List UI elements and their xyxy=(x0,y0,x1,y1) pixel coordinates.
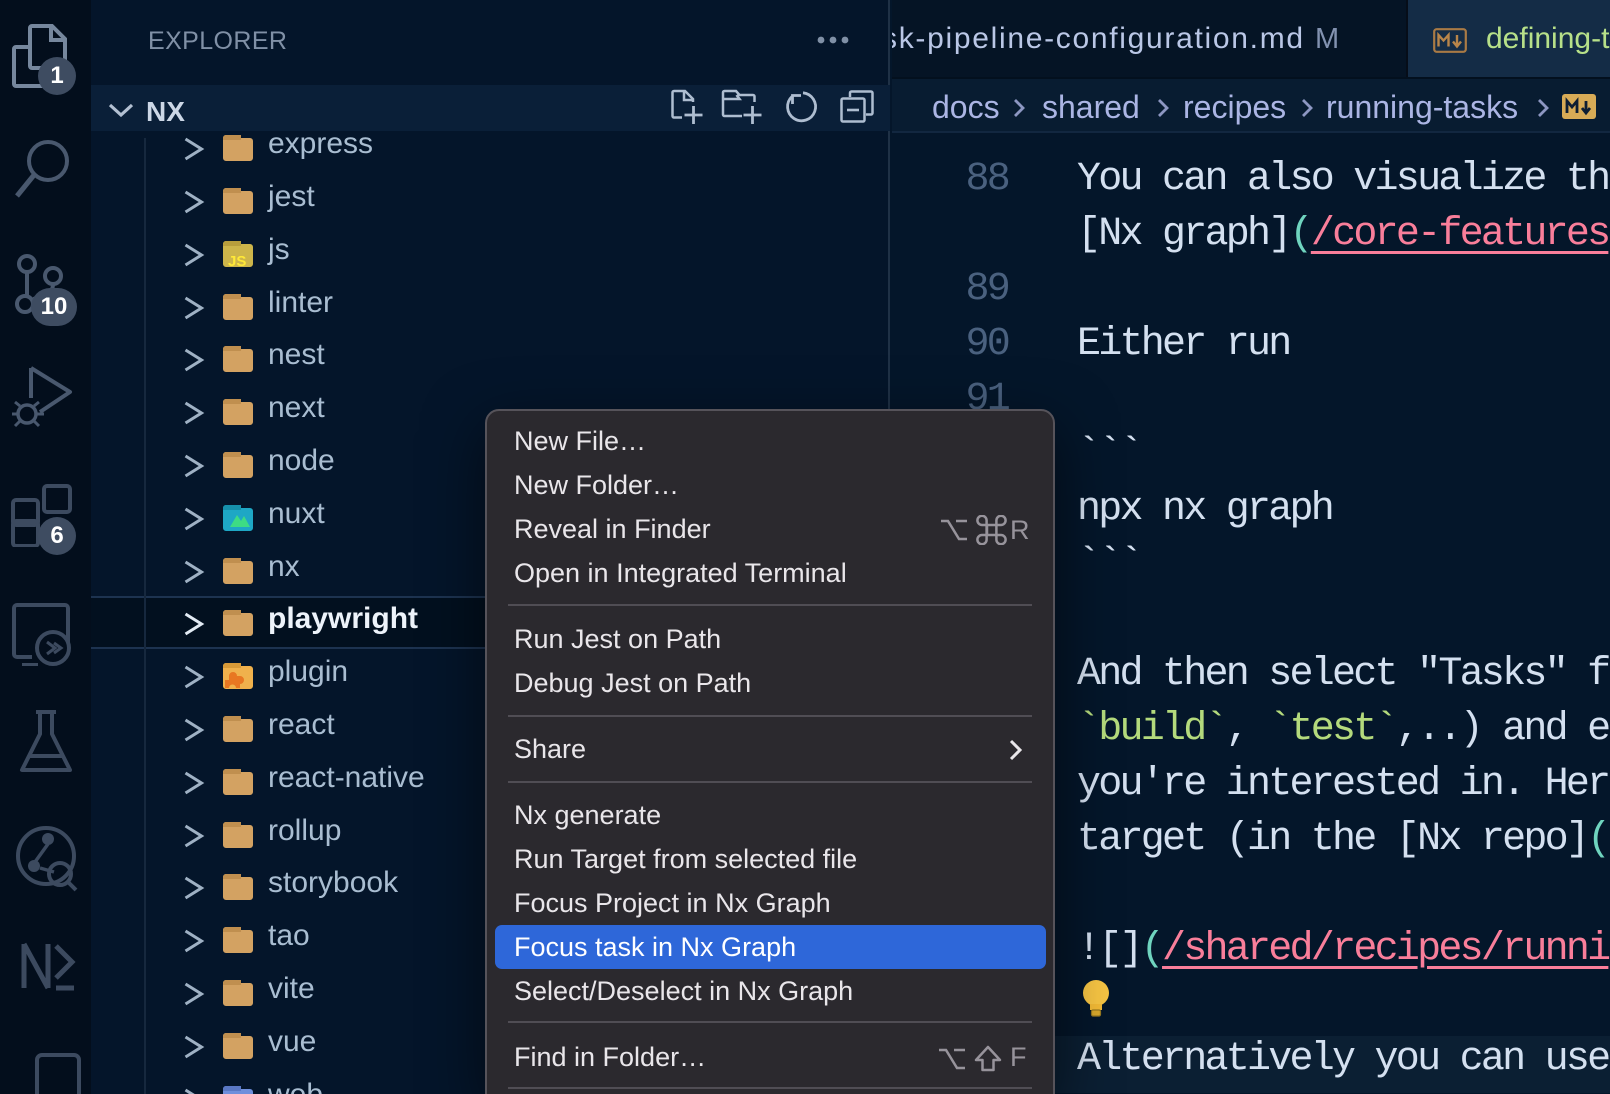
svg-text:JS: JS xyxy=(228,253,246,268)
